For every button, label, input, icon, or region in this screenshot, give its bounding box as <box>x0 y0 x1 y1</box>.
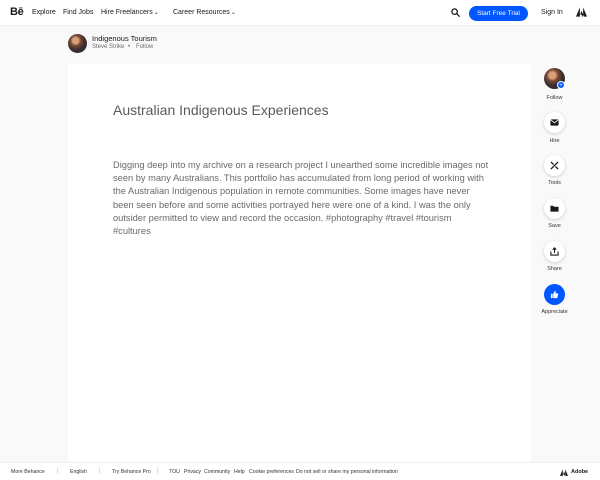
tools-label: Tools <box>548 180 561 186</box>
footer-link-privacy[interactable]: Privacy <box>184 469 201 475</box>
nav-find-jobs[interactable]: Find Jobs <box>63 9 93 16</box>
mail-icon <box>550 119 559 126</box>
share-button[interactable] <box>544 241 565 262</box>
project-title: Indigenous Tourism <box>92 34 157 43</box>
footer-more-behance[interactable]: More Behance <box>11 469 45 475</box>
footer-try-behance-pro[interactable]: Try Behance Pro <box>112 469 151 475</box>
footer-separator: | <box>157 468 159 474</box>
share-label: Share <box>547 266 562 272</box>
adobe-logo-icon[interactable] <box>576 7 587 17</box>
search-icon[interactable] <box>451 8 460 17</box>
footer-separator: | <box>57 468 59 474</box>
appreciate-button[interactable] <box>544 284 565 305</box>
plus-icon[interactable]: + <box>557 81 565 89</box>
hire-button[interactable] <box>544 112 565 133</box>
footer-link-help[interactable]: Help <box>234 469 245 475</box>
footer-link-do-not-sell[interactable]: Do not sell or share my personal informa… <box>296 469 398 475</box>
footer-language[interactable]: English <box>70 469 87 475</box>
sign-in-link[interactable]: Sign In <box>541 9 563 16</box>
nav-explore[interactable]: Explore <box>32 9 56 16</box>
tools-button[interactable] <box>544 155 565 176</box>
nav-career-resources-label: Career Resources <box>173 9 230 16</box>
hire-label: Hire <box>549 138 560 144</box>
owner-avatar[interactable] <box>68 34 87 53</box>
footer-link-tou[interactable]: TOU <box>169 469 180 475</box>
start-free-trial-button[interactable]: Start Free Trial <box>469 6 528 21</box>
share-icon <box>550 247 559 256</box>
nav-hire-freelancers[interactable]: Hire Freelancers⌄ <box>101 9 159 16</box>
appreciate-label: Appreciate <box>541 309 568 315</box>
save-button[interactable] <box>544 198 565 219</box>
separator-dot: • <box>128 44 131 50</box>
behance-logo[interactable]: Bē <box>10 6 24 18</box>
chevron-down-icon: ⌄ <box>230 10 236 16</box>
footer-adobe-label[interactable]: Adobe <box>571 469 588 475</box>
footer-link-cookie-preferences[interactable]: Cookie preferences <box>249 469 294 475</box>
top-navigation: Bē Explore Find Jobs Hire Freelancers⌄ C… <box>0 0 600 26</box>
save-label: Save <box>548 223 561 229</box>
save-icon <box>550 205 559 212</box>
adobe-logo-icon[interactable] <box>560 469 568 476</box>
footer-link-community[interactable]: Community <box>204 469 230 475</box>
rail-follow-label[interactable]: Follow <box>534 95 575 101</box>
thumbs-up-icon <box>550 290 559 299</box>
owner-name-link[interactable]: Steve Strike <box>92 44 124 50</box>
project-content: Australian Indigenous Experiences Diggin… <box>68 64 531 464</box>
nav-career-resources[interactable]: Career Resources⌄ <box>173 9 236 16</box>
nav-hire-freelancers-label: Hire Freelancers <box>101 9 153 16</box>
footer: More Behance | English | Try Behance Pro… <box>0 462 600 480</box>
follow-link[interactable]: Follow <box>136 44 153 50</box>
tools-icon <box>550 161 559 170</box>
footer-separator: | <box>99 468 101 474</box>
chevron-down-icon: ⌄ <box>153 10 159 16</box>
project-headline: Australian Indigenous Experiences <box>113 102 329 118</box>
project-description: Digging deep into my archive on a resear… <box>113 160 489 237</box>
